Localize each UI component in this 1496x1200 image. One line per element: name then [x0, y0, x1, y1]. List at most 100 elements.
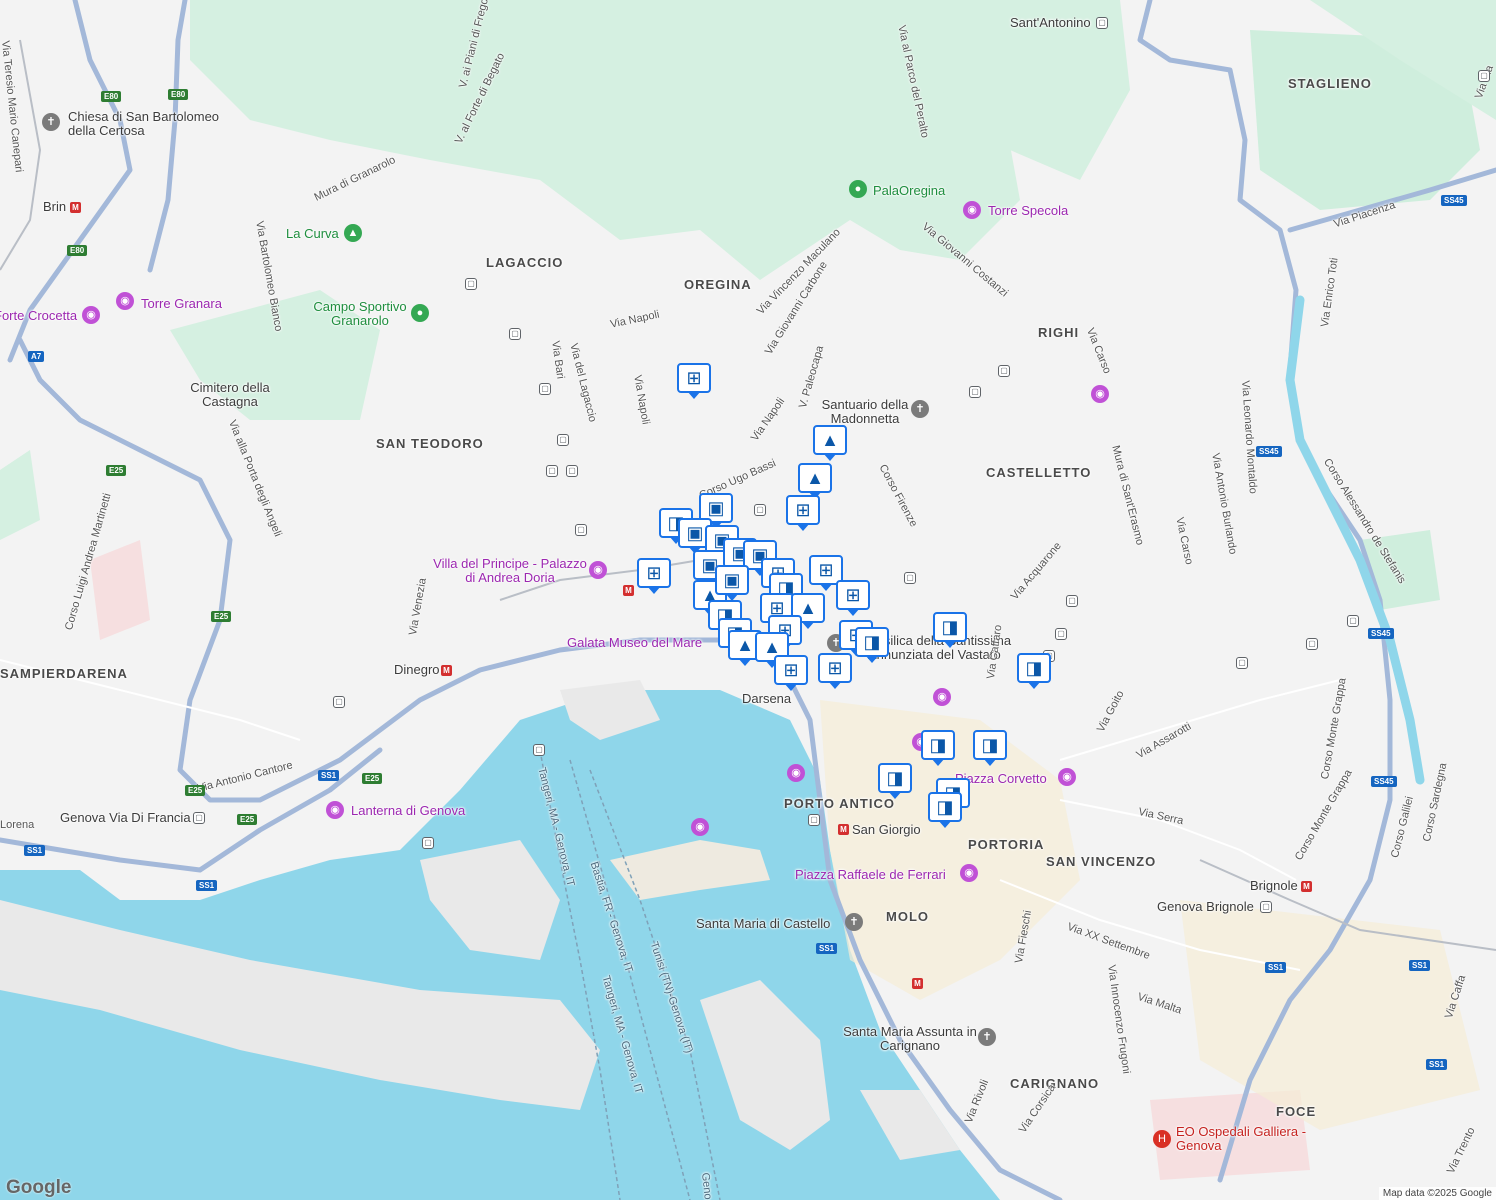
map-attribution: Map data ©2025 Google: [1378, 1187, 1496, 1200]
bus-stop-icon[interactable]: ▢: [754, 504, 766, 516]
metro-icon: M: [912, 978, 923, 989]
bus-stop-icon[interactable]: ▢: [1236, 657, 1248, 669]
sport-icon[interactable]: ●: [411, 304, 429, 322]
bus-stop-icon[interactable]: ▢: [575, 524, 587, 536]
road-shield: A7: [28, 351, 45, 362]
district-label-san-teodoro: SAN TEODORO: [376, 436, 484, 451]
road-shield: SS45: [1441, 195, 1467, 206]
cafe-marker[interactable]: ◨: [928, 792, 964, 832]
camera-icon[interactable]: ◉: [82, 306, 100, 324]
place-label-santa-maria-carignano[interactable]: Santa Maria Assunta in Carignano: [842, 1025, 978, 1053]
place-label-brignole[interactable]: Brignole: [1250, 879, 1298, 893]
cafe-marker[interactable]: ◨: [878, 763, 914, 803]
district-label-castelletto: CASTELLETTO: [986, 465, 1092, 480]
shopping-cart-marker[interactable]: ⊞: [836, 580, 872, 620]
place-label-brin[interactable]: Brin: [43, 200, 66, 214]
bus-stop-icon[interactable]: ▢: [546, 465, 558, 477]
shopping-cart-icon: ⊞: [827, 658, 843, 678]
shopping-cart-marker[interactable]: ⊞: [637, 558, 673, 598]
ferry-terminal-icon[interactable]: ▢: [808, 814, 820, 826]
church-icon[interactable]: ✝: [978, 1028, 996, 1046]
camera-icon[interactable]: ◉: [1091, 385, 1109, 403]
place-label-genova-via-francia[interactable]: Genova Via Di Francia: [60, 811, 191, 825]
place-label-genova-brignole[interactable]: Genova Brignole: [1157, 900, 1254, 914]
place-label-ospedale[interactable]: EO Ospedali Galliera - Genova: [1176, 1125, 1326, 1153]
cafe-marker[interactable]: ◨: [921, 730, 957, 770]
road-shield: SS1: [1426, 1059, 1448, 1070]
cafe-icon: ◨: [929, 735, 947, 755]
church-icon[interactable]: ✝: [911, 400, 929, 418]
shopping-cart-marker[interactable]: ⊞: [786, 495, 822, 535]
bus-stop-icon[interactable]: ▢: [904, 572, 916, 584]
attraction-icon[interactable]: ◉: [787, 764, 805, 782]
place-label-dinegro[interactable]: Dinegro: [394, 663, 440, 677]
place-label-san-giorgio[interactable]: San Giorgio: [852, 823, 921, 837]
church-icon[interactable]: ✝: [845, 913, 863, 931]
place-label-santuario[interactable]: Santuario della Madonnetta: [810, 398, 920, 426]
ferry-terminal-icon[interactable]: ▢: [533, 744, 545, 756]
bus-stop-icon[interactable]: ▢: [1055, 628, 1067, 640]
park-icon[interactable]: ▲: [344, 224, 362, 242]
place-label-santa-maria-castello[interactable]: Santa Maria di Castello: [696, 917, 830, 931]
cafe-marker[interactable]: ◨: [973, 730, 1009, 770]
shopping-cart-marker[interactable]: ⊞: [774, 655, 810, 695]
camera-icon[interactable]: ◉: [589, 561, 607, 579]
bus-stop-icon[interactable]: ▢: [1347, 615, 1359, 627]
google-logo: Google: [6, 1177, 72, 1198]
education-marker[interactable]: ▲: [813, 425, 849, 465]
camera-icon[interactable]: ◉: [116, 292, 134, 310]
shopping-cart-marker[interactable]: ⊞: [677, 363, 713, 403]
place-label-forte-crocetta[interactable]: Forte Crocetta: [0, 309, 77, 323]
camera-icon[interactable]: ◉: [1058, 768, 1076, 786]
church-icon[interactable]: ✝: [42, 113, 60, 131]
place-label-chiesa[interactable]: Chiesa di San Bartolomeo della Certosa: [68, 110, 238, 138]
camera-icon[interactable]: ◉: [960, 864, 978, 882]
bus-stop-icon[interactable]: ▢: [566, 465, 578, 477]
ferry-terminal-icon[interactable]: ▢: [422, 837, 434, 849]
bus-stop-icon[interactable]: ▢: [509, 328, 521, 340]
district-label-oregina: OREGINA: [684, 277, 752, 292]
place-label-torre-specola[interactable]: Torre Specola: [988, 204, 1068, 218]
shopping-cart-icon: ⊞: [845, 585, 861, 605]
place-label-sant-antonino[interactable]: Sant'Antonino: [1010, 16, 1091, 30]
shopping-cart-icon: ⊞: [686, 368, 702, 388]
camera-icon[interactable]: ◉: [933, 688, 951, 706]
camera-icon[interactable]: ◉: [691, 818, 709, 836]
bus-stop-icon[interactable]: ▢: [539, 383, 551, 395]
place-label-campo-sportivo[interactable]: Campo Sportivo Granarolo: [305, 300, 415, 328]
bus-stop-icon[interactable]: ▢: [969, 386, 981, 398]
education-icon: ▲: [763, 637, 781, 657]
shopping-cart-marker[interactable]: ⊞: [818, 653, 854, 693]
place-label-pala-oregina[interactable]: PalaOregina: [873, 184, 945, 198]
place-label-galata[interactable]: Galata Museo del Mare: [567, 636, 702, 650]
shopping-bag-marker[interactable]: ▣: [715, 565, 751, 605]
cafe-marker[interactable]: ◨: [933, 612, 969, 652]
camera-icon[interactable]: ◉: [963, 201, 981, 219]
place-label-torre-granara[interactable]: Torre Granara: [141, 297, 222, 311]
bus-stop-icon[interactable]: ▢: [1306, 638, 1318, 650]
road-shield: E25: [362, 773, 383, 784]
sport-icon[interactable]: ●: [849, 180, 867, 198]
place-label-villa-principe[interactable]: Villa del Principe - Palazzo di Andrea D…: [430, 557, 590, 585]
place-label-cimitero[interactable]: Cimitero della Castagna: [180, 381, 280, 409]
cafe-marker[interactable]: ◨: [1017, 653, 1053, 693]
bus-stop-icon[interactable]: ▢: [333, 696, 345, 708]
road-shield: E25: [237, 814, 258, 825]
ferry-route-label: Geno: [699, 1172, 714, 1200]
district-label-righi: RIGHI: [1038, 325, 1080, 340]
bus-stop-icon[interactable]: ▢: [1478, 70, 1490, 82]
map-canvas[interactable]: STAGLIENO LAGACCIO OREGINA RIGHI SAN TEO…: [0, 0, 1496, 1200]
place-label-la-curva[interactable]: La Curva: [286, 227, 339, 241]
place-label-piazza-ferrari[interactable]: Piazza Raffaele de Ferrari: [795, 868, 946, 882]
bus-stop-icon[interactable]: ▢: [557, 434, 569, 446]
hospital-icon[interactable]: H: [1153, 1130, 1171, 1148]
train-station-icon: ▢: [1260, 901, 1272, 913]
bus-stop-icon[interactable]: ▢: [1066, 595, 1078, 607]
district-label-san-vincenzo: SAN VINCENZO: [1046, 854, 1157, 869]
camera-icon[interactable]: ◉: [326, 801, 344, 819]
cafe-marker[interactable]: ◨: [855, 627, 891, 667]
bus-stop-icon[interactable]: ▢: [465, 278, 477, 290]
place-label-lanterna[interactable]: Lanterna di Genova: [351, 804, 465, 818]
bus-stop-icon[interactable]: ▢: [998, 365, 1010, 377]
cafe-icon: ◨: [936, 797, 954, 817]
